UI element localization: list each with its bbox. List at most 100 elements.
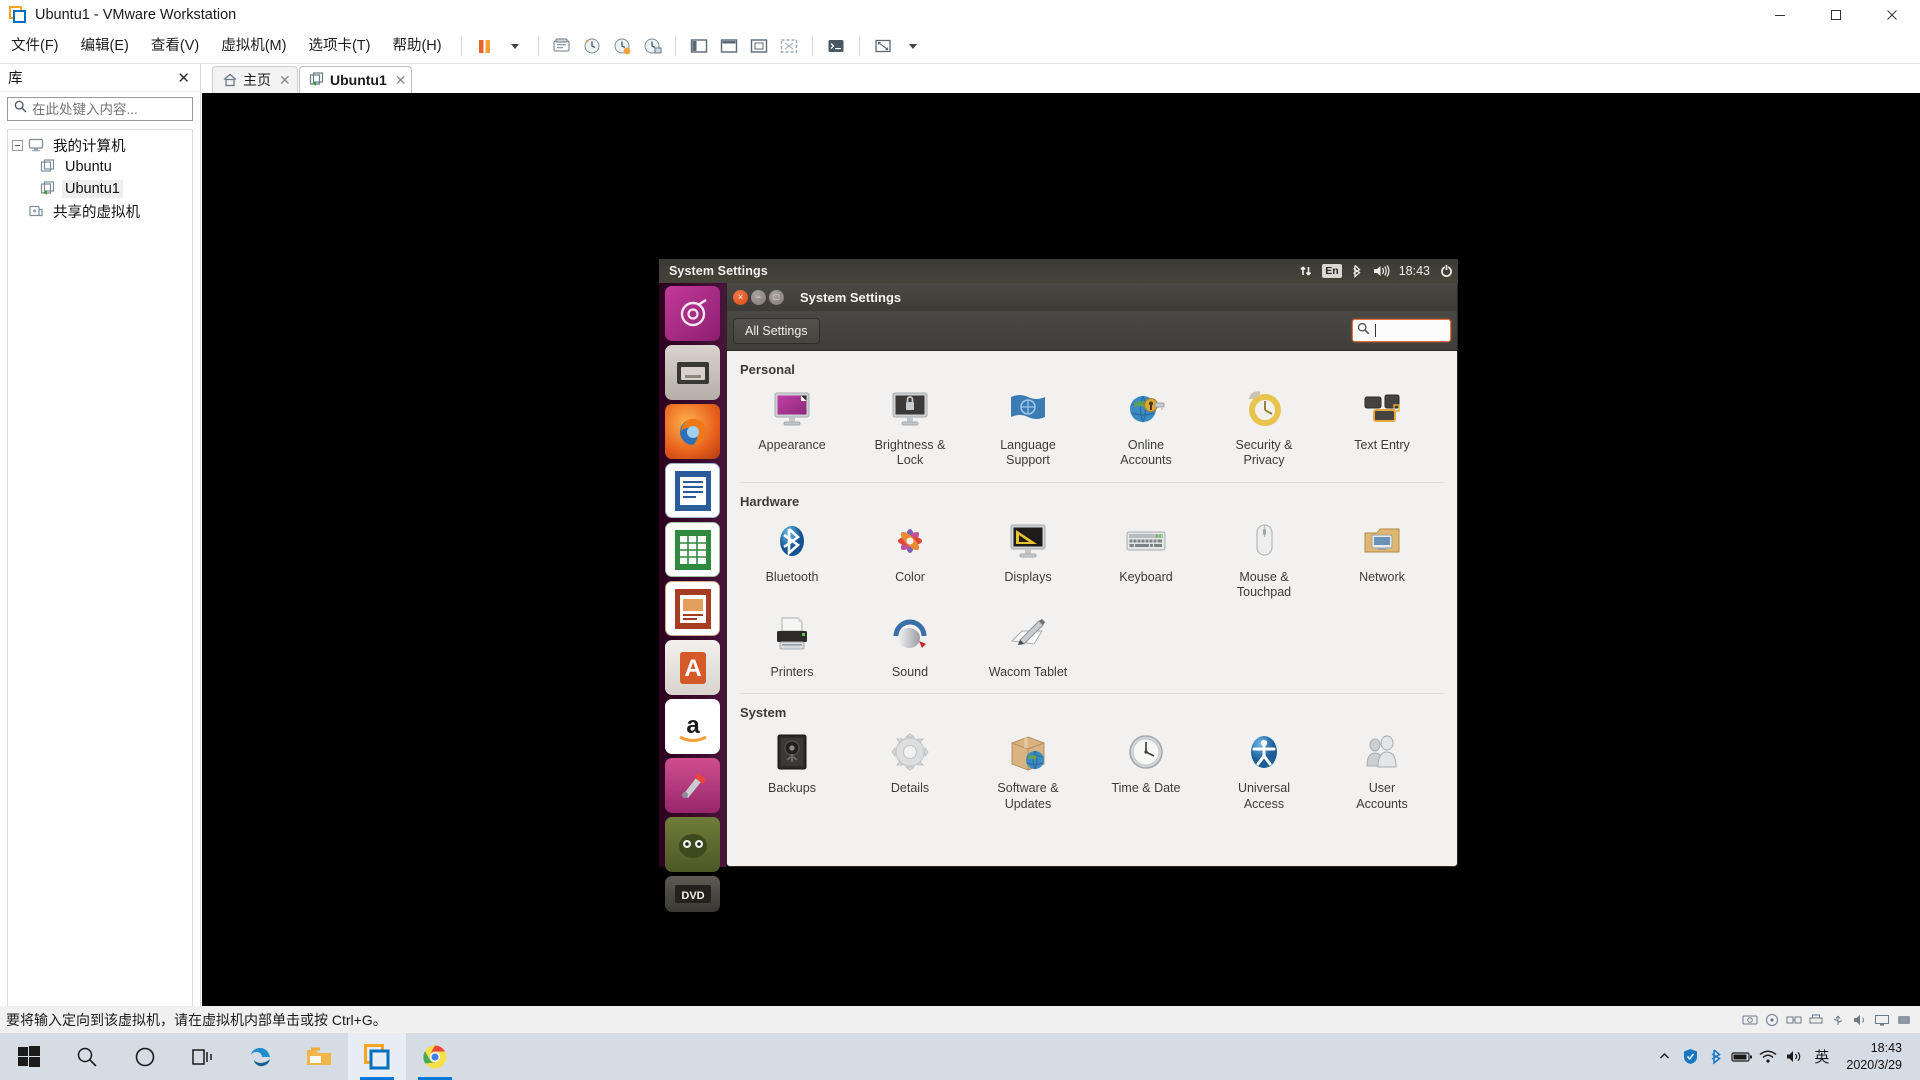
pause-icon[interactable] — [470, 33, 500, 59]
unity-mode-icon[interactable] — [821, 33, 851, 59]
taskbar-vmware-icon[interactable] — [348, 1033, 406, 1080]
taskbar-clock[interactable]: 18:43 2020/3/29 — [1836, 1040, 1912, 1074]
hard-disk-icon[interactable] — [1742, 1013, 1758, 1027]
fit-window-icon[interactable] — [774, 33, 804, 59]
show-console-icon[interactable] — [714, 33, 744, 59]
tree-item-ubuntu[interactable]: Ubuntu — [8, 156, 192, 178]
minimize-button[interactable]: − — [751, 289, 766, 305]
close-button[interactable]: × — [733, 289, 748, 305]
bluetooth-indicator-icon[interactable] — [1351, 264, 1363, 278]
show-hidden-icons-icon[interactable] — [1651, 1033, 1677, 1080]
security-shield-icon[interactable] — [1677, 1033, 1703, 1080]
dvd-media-icon[interactable]: DVD — [665, 876, 720, 912]
show-desktop-button[interactable] — [1912, 1033, 1920, 1080]
snapshot-manager-icon[interactable] — [547, 33, 577, 59]
layout-caret-icon[interactable] — [898, 33, 928, 59]
fullscreen-icon[interactable] — [868, 33, 898, 59]
close-icon[interactable]: ✕ — [279, 72, 291, 89]
libreoffice-writer-icon[interactable] — [665, 463, 720, 518]
system-settings-icon[interactable] — [665, 758, 720, 813]
taskbar-cortana-icon[interactable] — [116, 1033, 174, 1080]
firefox-icon[interactable] — [665, 404, 720, 459]
tree-item-ubuntu1[interactable]: Ubuntu1 — [8, 178, 192, 200]
taskbar-edge-icon[interactable] — [232, 1033, 290, 1080]
tab-ubuntu1[interactable]: Ubuntu1 ✕ — [299, 66, 412, 93]
settings-item-user-accounts[interactable]: User Accounts — [1323, 723, 1441, 819]
taskbar-file-explorer-icon[interactable] — [290, 1033, 348, 1080]
all-settings-button[interactable]: All Settings — [733, 317, 820, 344]
taskbar-chrome-icon[interactable] — [406, 1033, 464, 1080]
dropdown-caret-icon[interactable] — [500, 33, 530, 59]
menu-view[interactable]: 查看(V) — [140, 29, 210, 64]
settings-item-printers[interactable]: Printers — [733, 607, 851, 687]
settings-item-universal-access[interactable]: Universal Access — [1205, 723, 1323, 819]
cd-dvd-icon[interactable] — [1764, 1013, 1780, 1027]
menu-edit[interactable]: 编辑(E) — [70, 29, 140, 64]
sound-card-icon[interactable] — [1852, 1013, 1868, 1027]
network-adapter-icon[interactable] — [1786, 1013, 1802, 1027]
settings-item-network[interactable]: Network — [1323, 512, 1441, 608]
help-icon[interactable] — [665, 817, 720, 872]
minimize-button[interactable] — [1752, 0, 1808, 29]
taskbar-task-view-icon[interactable] — [174, 1033, 232, 1080]
close-icon[interactable]: ✕ — [395, 72, 407, 89]
settings-search-input[interactable] — [1352, 319, 1451, 342]
take-snapshot-icon[interactable] — [607, 33, 637, 59]
settings-item-mouse-touchpad[interactable]: Mouse & Touchpad — [1205, 512, 1323, 608]
display-icon[interactable] — [1874, 1013, 1890, 1027]
network-indicator-icon[interactable] — [1299, 264, 1313, 278]
settings-item-text-entry[interactable]: Text Entry — [1323, 380, 1441, 476]
power-gear-icon[interactable] — [1439, 263, 1454, 279]
show-sidebar-icon[interactable] — [684, 33, 714, 59]
battery-tray-icon[interactable] — [1729, 1033, 1755, 1080]
libreoffice-impress-icon[interactable] — [665, 581, 720, 636]
snapshot-list-icon[interactable] — [637, 33, 667, 59]
menu-tabs[interactable]: 选项卡(T) — [297, 29, 381, 64]
revert-snapshot-icon[interactable] — [577, 33, 607, 59]
usb-icon[interactable] — [1830, 1013, 1846, 1027]
settings-item-wacom-tablet[interactable]: Wacom Tablet — [969, 607, 1087, 687]
files-nautilus-icon[interactable] — [665, 345, 720, 400]
settings-item-appearance[interactable]: Appearance — [733, 380, 851, 476]
tree-item-my-computer[interactable]: 我的计算机 — [8, 134, 192, 156]
settings-item-backups[interactable]: Backups — [733, 723, 851, 819]
settings-item-security-privacy[interactable]: Security & Privacy — [1205, 380, 1323, 476]
expander-icon[interactable] — [12, 139, 23, 151]
panel-clock[interactable]: 18:43 — [1399, 264, 1430, 278]
taskbar-search-icon[interactable] — [58, 1033, 116, 1080]
more-devices-icon[interactable] — [1896, 1013, 1912, 1027]
amazon-icon[interactable]: a — [665, 699, 720, 754]
maximize-button[interactable] — [1808, 0, 1864, 29]
settings-item-online-accounts[interactable]: Online Accounts — [1087, 380, 1205, 476]
dash-home-icon[interactable] — [665, 286, 720, 341]
printer-icon[interactable] — [1808, 1013, 1824, 1027]
ime-indicator[interactable]: 英 — [1807, 1046, 1836, 1067]
settings-item-time-date[interactable]: Time & Date — [1087, 723, 1205, 819]
menu-file[interactable]: 文件(F) — [0, 29, 70, 64]
tab-home[interactable]: 主页 ✕ — [212, 66, 298, 93]
menu-help[interactable]: 帮助(H) — [381, 29, 452, 64]
menu-vm[interactable]: 虚拟机(M) — [210, 29, 297, 64]
volume-tray-icon[interactable] — [1781, 1033, 1807, 1080]
settings-item-displays[interactable]: Displays — [969, 512, 1087, 608]
maximize-button[interactable]: □ — [769, 289, 784, 305]
settings-item-details[interactable]: Details — [851, 723, 969, 819]
close-button[interactable] — [1864, 0, 1920, 29]
search-input[interactable] — [32, 101, 209, 117]
library-search[interactable] — [7, 97, 217, 121]
settings-item-color[interactable]: Color — [851, 512, 969, 608]
settings-item-brightness-lock[interactable]: Brightness & Lock — [851, 380, 969, 476]
settings-item-language-support[interactable]: Language Support — [969, 380, 1087, 476]
ubuntu-software-center-icon[interactable]: A — [665, 640, 720, 695]
bluetooth-tray-icon[interactable] — [1703, 1033, 1729, 1080]
settings-item-sound[interactable]: Sound — [851, 607, 969, 687]
settings-item-keyboard[interactable]: Keyboard — [1087, 512, 1205, 608]
tree-item-shared-vms[interactable]: 共享的虚拟机 — [8, 200, 192, 222]
settings-item-software-updates[interactable]: Software & Updates — [969, 723, 1087, 819]
start-button[interactable] — [0, 1033, 58, 1080]
network-tray-icon[interactable] — [1755, 1033, 1781, 1080]
libreoffice-calc-icon[interactable] — [665, 522, 720, 577]
volume-indicator-icon[interactable] — [1372, 264, 1390, 278]
settings-item-bluetooth[interactable]: Bluetooth — [733, 512, 851, 608]
fit-guest-icon[interactable] — [744, 33, 774, 59]
